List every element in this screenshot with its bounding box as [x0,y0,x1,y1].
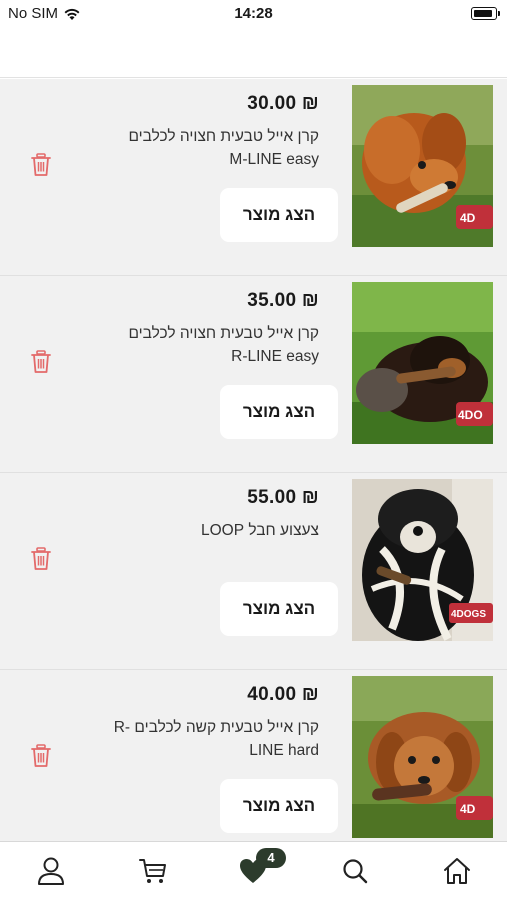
show-product-button[interactable]: הצג מוצר [220,582,338,636]
trash-icon[interactable] [30,350,52,374]
product-price: ₪ 35.00 [247,290,319,311]
wishlist-count-badge: 4 [256,848,286,868]
product-image[interactable]: 4D [352,676,493,838]
product-card: 4D ₪ 30.00 קרן אייל טבעית חצויה לכלבים M… [0,79,507,276]
bottom-nav: 4 [0,841,507,900]
product-price: ₪ 55.00 [247,487,319,508]
nav-home[interactable] [440,854,474,888]
product-image[interactable]: 4DOGS [352,479,493,641]
image-badge: 4D [460,802,476,816]
product-price: ₪ 30.00 [247,93,319,114]
product-image[interactable]: 4DO [352,282,493,444]
product-name: קרן אייל טבעית חצויה לכלבים M-LINE easy [128,128,319,168]
image-badge: 4DO [458,408,483,422]
search-icon [343,859,368,884]
product-card: 4D ₪ 40.00 קרן אייל טבעית קשה לכלבים R-L… [0,670,507,841]
product-card: 4DOGS ₪ 55.00 צעצוע חבל LOOP הצג מוצר [0,473,507,670]
image-badge: 4D [460,211,476,225]
product-name: קרן אייל טבעית קשה לכלבים R-LINE hard [113,719,319,759]
profile-icon [38,857,64,885]
nav-search[interactable] [338,854,372,888]
cart-icon [139,859,166,883]
status-bar: No SIM 14:28 [0,0,507,28]
product-image[interactable]: 4D [352,85,493,247]
wishlist-list: 4D ₪ 30.00 קרן אייל טבעית חצויה לכלבים M… [0,79,507,841]
trash-icon[interactable] [30,153,52,177]
trash-icon[interactable] [30,547,52,571]
product-price: ₪ 40.00 [247,684,319,705]
show-product-button[interactable]: הצג מוצר [220,385,338,439]
show-product-button[interactable]: הצג מוצר [220,188,338,242]
nav-profile[interactable] [34,854,68,888]
nav-cart[interactable] [136,854,170,888]
image-badge: 4DOGS [451,609,486,620]
show-product-button[interactable]: הצג מוצר [220,779,338,833]
home-icon [444,858,470,884]
product-name: קרן אייל טבעית חצויה לכלבים R-LINE easy [128,325,319,365]
top-bar [0,28,507,78]
trash-icon[interactable] [30,744,52,768]
product-card: 4DO ₪ 35.00 קרן אייל טבעית חצויה לכלבים … [0,276,507,473]
battery-icon [471,7,500,20]
product-name: צעצוע חבל LOOP [200,522,319,539]
wishlist-screen: No SIM 14:28 4D ₪ 30.00 קרן אייל טבעית ח… [0,0,507,900]
clock: 14:28 [234,5,273,22]
